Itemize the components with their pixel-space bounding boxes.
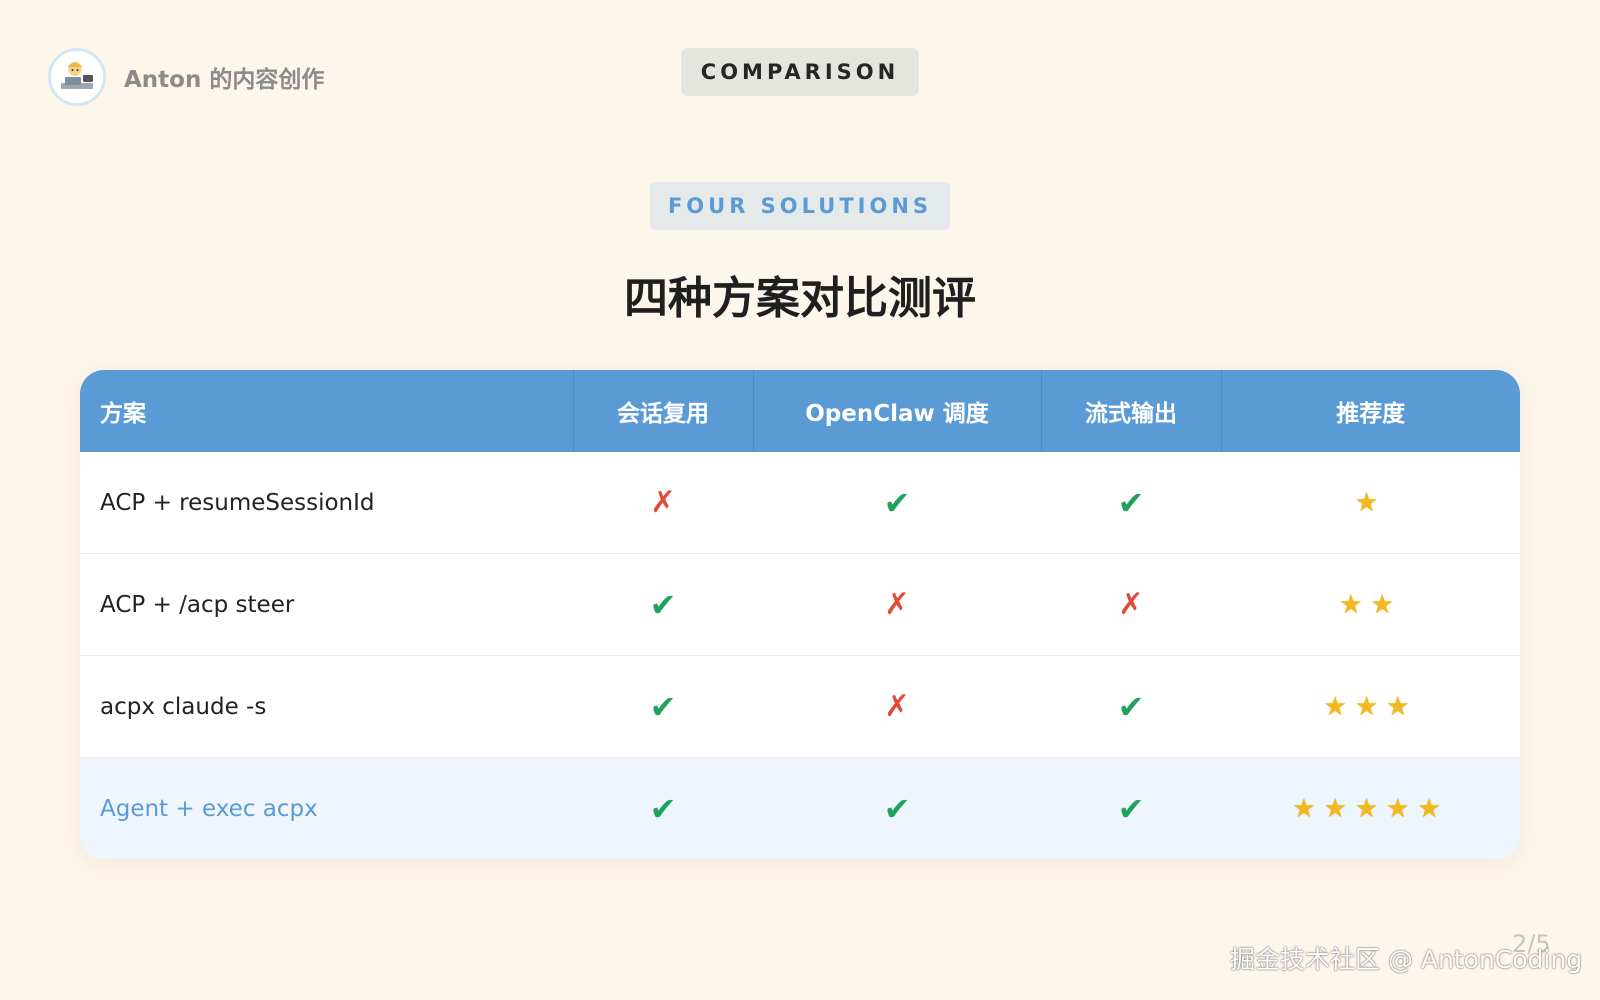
avatar	[48, 48, 106, 106]
check-icon: ✔	[753, 757, 1041, 859]
header-session-reuse: 会话复用	[573, 370, 754, 452]
star-rating: ★	[1221, 452, 1520, 554]
table-row-highlighted: Agent + exec acpx ✔ ✔ ✔ ★★★★★	[80, 757, 1520, 859]
table-row: ACP + resumeSessionId ✗ ✔ ✔ ★	[80, 452, 1520, 554]
page-title: 四种方案对比测评	[624, 273, 976, 324]
header-solution: 方案	[80, 370, 574, 452]
author-block: Anton 的内容创作	[48, 48, 324, 106]
comparison-table: 方案 会话复用 OpenClaw 调度 流式输出 推荐度 ACP + resum…	[80, 370, 1520, 859]
watermark: 掘金技术社区 @ AntonCoding	[1230, 945, 1583, 974]
star-rating: ★★★★★	[1221, 757, 1520, 859]
check-icon: ✔	[753, 452, 1041, 554]
check-icon: ✔	[573, 655, 753, 758]
check-icon: ✔	[1041, 655, 1221, 758]
cross-icon: ✗	[753, 553, 1041, 656]
author-name: Anton 的内容创作	[124, 67, 325, 93]
header-recommendation: 推荐度	[1221, 370, 1520, 452]
table-row: acpx claude -s ✔ ✗ ✔ ★★★	[80, 655, 1520, 758]
row-name: acpx claude -s	[80, 655, 573, 758]
cross-icon: ✗	[573, 452, 753, 554]
check-icon: ✔	[1041, 452, 1221, 554]
table-header-row: 方案 会话复用 OpenClaw 调度 流式输出 推荐度	[80, 370, 1520, 452]
row-name: Agent + exec acpx	[80, 757, 573, 859]
row-name: ACP + resumeSessionId	[80, 452, 573, 554]
header-openclaw-scheduling: OpenClaw 调度	[753, 370, 1042, 452]
cross-icon: ✗	[1041, 553, 1221, 656]
header-streaming-output: 流式输出	[1041, 370, 1222, 452]
check-icon: ✔	[573, 757, 753, 859]
cartoon-avatar-icon	[61, 62, 93, 89]
star-rating: ★★	[1221, 553, 1520, 656]
cross-icon: ✗	[753, 655, 1041, 758]
check-icon: ✔	[573, 553, 753, 656]
comparison-badge: COMPARISON	[681, 48, 919, 96]
four-solutions-badge: FOUR SOLUTIONS	[650, 182, 950, 230]
table-row: ACP + /acp steer ✔ ✗ ✗ ★★	[80, 553, 1520, 656]
star-rating: ★★★	[1221, 655, 1520, 758]
row-name: ACP + /acp steer	[80, 553, 573, 656]
check-icon: ✔	[1041, 757, 1221, 859]
